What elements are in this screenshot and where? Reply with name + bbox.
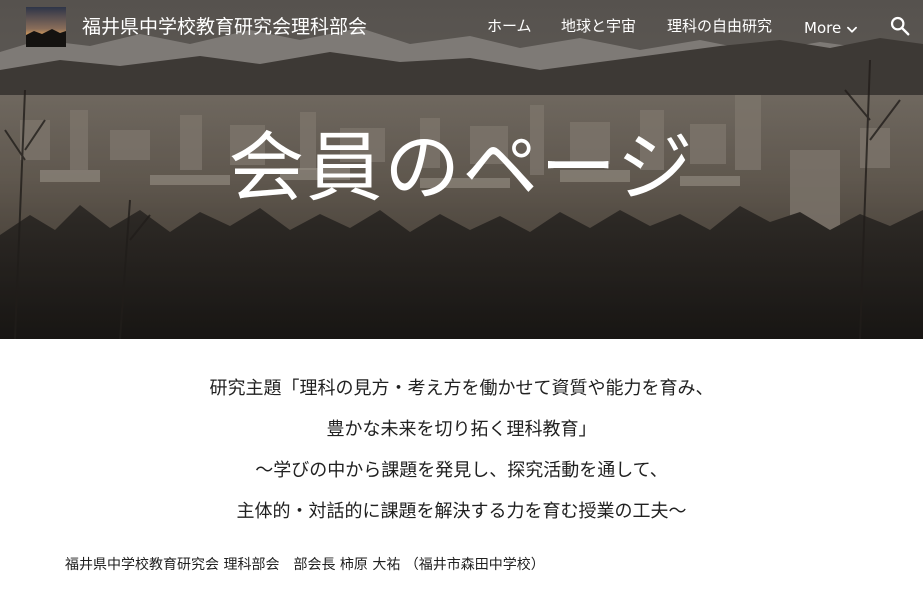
nav-item-more[interactable]: More: [804, 16, 859, 40]
hero-banner: 福井県中学校教育研究会理科部会 ホーム 地球と宇宙 理科の自由研究 More 会…: [0, 0, 923, 339]
page: 福井県中学校教育研究会理科部会 ホーム 地球と宇宙 理科の自由研究 More 会…: [0, 0, 923, 611]
president-info: 福井県中学校教育研究会 理科部会 部会長 柿原 大祐 （福井市森田中学校）: [65, 557, 545, 573]
site-header: 福井県中学校教育研究会理科部会 ホーム 地球と宇宙 理科の自由研究 More: [0, 0, 923, 56]
nav-item-earth-and-space[interactable]: 地球と宇宙: [561, 14, 636, 38]
page-title: 会員のページ: [228, 123, 695, 212]
search-icon: [890, 16, 910, 36]
research-theme-line-3: 〜学びの中から課題を発見し、探究活動を通して、: [255, 460, 668, 481]
research-theme-line-1: 研究主題「理科の見方・考え方を働かせて資質や能力を育み、: [209, 378, 714, 399]
nav-more-label: More: [804, 19, 842, 37]
nav-item-science-free-research[interactable]: 理科の自由研究: [667, 14, 772, 38]
research-theme-line-4: 主体的・対話的に課題を解決する力を育む授業の工夫〜: [236, 501, 687, 522]
nav-item-home[interactable]: ホーム: [487, 14, 532, 38]
research-theme-line-2: 豊かな未来を切り拓く理科教育」: [326, 419, 597, 440]
main-content: 研究主題「理科の見方・考え方を働かせて資質や能力を育み、 豊かな未来を切り拓く理…: [0, 339, 923, 611]
chevron-down-icon: [847, 26, 858, 33]
top-nav: ホーム 地球と宇宙 理科の自由研究 More: [0, 14, 923, 40]
search-button[interactable]: [889, 15, 911, 37]
